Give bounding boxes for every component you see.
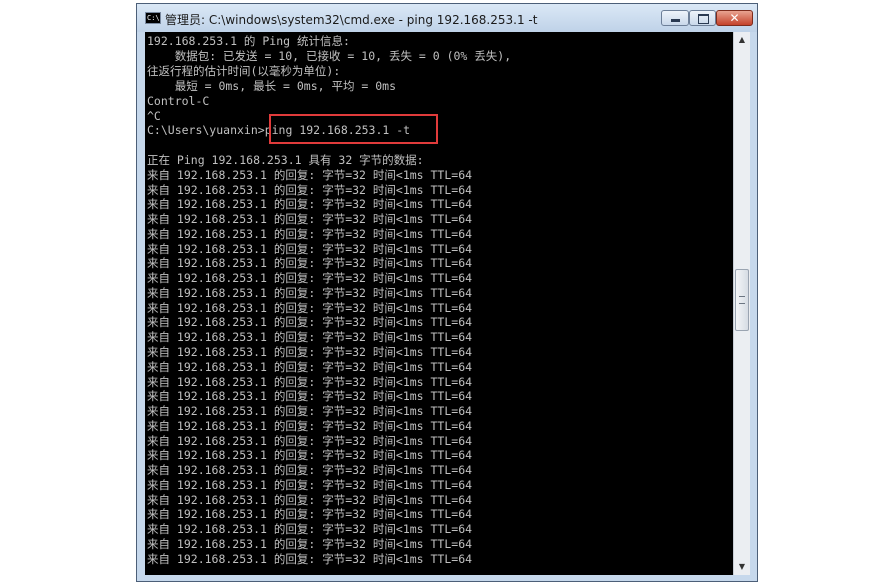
- reply-line: 来自 192.168.253.1 的回复: 字节=32 时间<1ms TTL=6…: [147, 330, 473, 344]
- reply-line: 来自 192.168.253.1 的回复: 字节=32 时间<1ms TTL=6…: [147, 419, 473, 433]
- scroll-down-button[interactable]: ▼: [734, 559, 750, 575]
- chevron-down-icon: ▼: [738, 562, 746, 571]
- reply-line: 来自 192.168.253.1 的回复: 字节=32 时间<1ms TTL=6…: [147, 463, 473, 477]
- reply-line: 来自 192.168.253.1 的回复: 字节=32 时间<1ms TTL=6…: [147, 389, 473, 403]
- reply-line: 来自 192.168.253.1 的回复: 字节=32 时间<1ms TTL=6…: [147, 286, 473, 300]
- reply-line: 来自 192.168.253.1 的回复: 字节=32 时间<1ms TTL=6…: [147, 315, 473, 329]
- reply-line: 来自 192.168.253.1 的回复: 字节=32 时间<1ms TTL=6…: [147, 271, 473, 285]
- console-line: ^C: [147, 109, 161, 123]
- command-highlight-box: [269, 114, 438, 144]
- reply-line: 来自 192.168.253.1 的回复: 字节=32 时间<1ms TTL=6…: [147, 493, 473, 507]
- reply-line: 来自 192.168.253.1 的回复: 字节=32 时间<1ms TTL=6…: [147, 242, 473, 256]
- window-title: 管理员: C:\windows\system32\cmd.exe - ping …: [165, 13, 538, 27]
- reply-line: 来自 192.168.253.1 的回复: 字节=32 时间<1ms TTL=6…: [147, 256, 473, 270]
- reply-line: 来自 192.168.253.1 的回复: 字节=32 时间<1ms TTL=6…: [147, 434, 473, 448]
- console-output[interactable]: 192.168.253.1 的 Ping 统计信息: 数据包: 已发送 = 10…: [145, 32, 733, 575]
- vertical-scrollbar[interactable]: ▲ ▼: [733, 32, 750, 575]
- reply-line: 来自 192.168.253.1 的回复: 字节=32 时间<1ms TTL=6…: [147, 360, 473, 374]
- reply-line: 来自 192.168.253.1 的回复: 字节=32 时间<1ms TTL=6…: [147, 478, 473, 492]
- console-line: 数据包: 已发送 = 10, 已接收 = 10, 丢失 = 0 (0% 丢失),: [147, 49, 512, 63]
- title-bar[interactable]: C:\ 管理员: C:\windows\system32\cmd.exe - p…: [137, 4, 757, 32]
- minimize-button[interactable]: [661, 10, 689, 26]
- reply-line: 来自 192.168.253.1 的回复: 字节=32 时间<1ms TTL=6…: [147, 183, 473, 197]
- console-line: 192.168.253.1 的 Ping 统计信息:: [147, 34, 350, 48]
- console-line: 正在 Ping 192.168.253.1 具有 32 字节的数据:: [147, 153, 424, 167]
- console-line: 往返行程的估计时间(以毫秒为单位):: [147, 64, 341, 78]
- reply-line: 来自 192.168.253.1 的回复: 字节=32 时间<1ms TTL=6…: [147, 197, 473, 211]
- reply-line: 来自 192.168.253.1 的回复: 字节=32 时间<1ms TTL=6…: [147, 404, 473, 418]
- reply-line: 来自 192.168.253.1 的回复: 字节=32 时间<1ms TTL=6…: [147, 552, 473, 566]
- cmd-window: C:\ 管理员: C:\windows\system32\cmd.exe - p…: [136, 3, 758, 582]
- reply-line: 来自 192.168.253.1 的回复: 字节=32 时间<1ms TTL=6…: [147, 507, 473, 521]
- reply-line: 来自 192.168.253.1 的回复: 字节=32 时间<1ms TTL=6…: [147, 522, 473, 536]
- console-line: Control-C: [147, 94, 210, 108]
- maximize-button[interactable]: [689, 10, 716, 26]
- scroll-up-button[interactable]: ▲: [734, 32, 750, 48]
- scroll-thumb[interactable]: [735, 269, 749, 331]
- reply-line: 来自 192.168.253.1 的回复: 字节=32 时间<1ms TTL=6…: [147, 448, 473, 462]
- reply-line: 来自 192.168.253.1 的回复: 字节=32 时间<1ms TTL=6…: [147, 345, 473, 359]
- close-icon: ✕: [729, 11, 740, 25]
- reply-line: 来自 192.168.253.1 的回复: 字节=32 时间<1ms TTL=6…: [147, 227, 473, 241]
- reply-line: 来自 192.168.253.1 的回复: 字节=32 时间<1ms TTL=6…: [147, 375, 473, 389]
- reply-line: 来自 192.168.253.1 的回复: 字节=32 时间<1ms TTL=6…: [147, 301, 473, 315]
- console-line: 最短 = 0ms, 最长 = 0ms, 平均 = 0ms: [147, 79, 397, 93]
- cmd-app-icon[interactable]: C:\: [145, 12, 161, 24]
- reply-line: 来自 192.168.253.1 的回复: 字节=32 时间<1ms TTL=6…: [147, 168, 473, 182]
- chevron-up-icon: ▲: [738, 35, 746, 44]
- reply-line: 来自 192.168.253.1 的回复: 字节=32 时间<1ms TTL=6…: [147, 212, 473, 226]
- maximize-icon: [690, 11, 715, 25]
- reply-line: 来自 192.168.253.1 的回复: 字节=32 时间<1ms TTL=6…: [147, 537, 473, 551]
- close-button[interactable]: ✕: [716, 10, 753, 26]
- minimize-icon: [662, 11, 688, 25]
